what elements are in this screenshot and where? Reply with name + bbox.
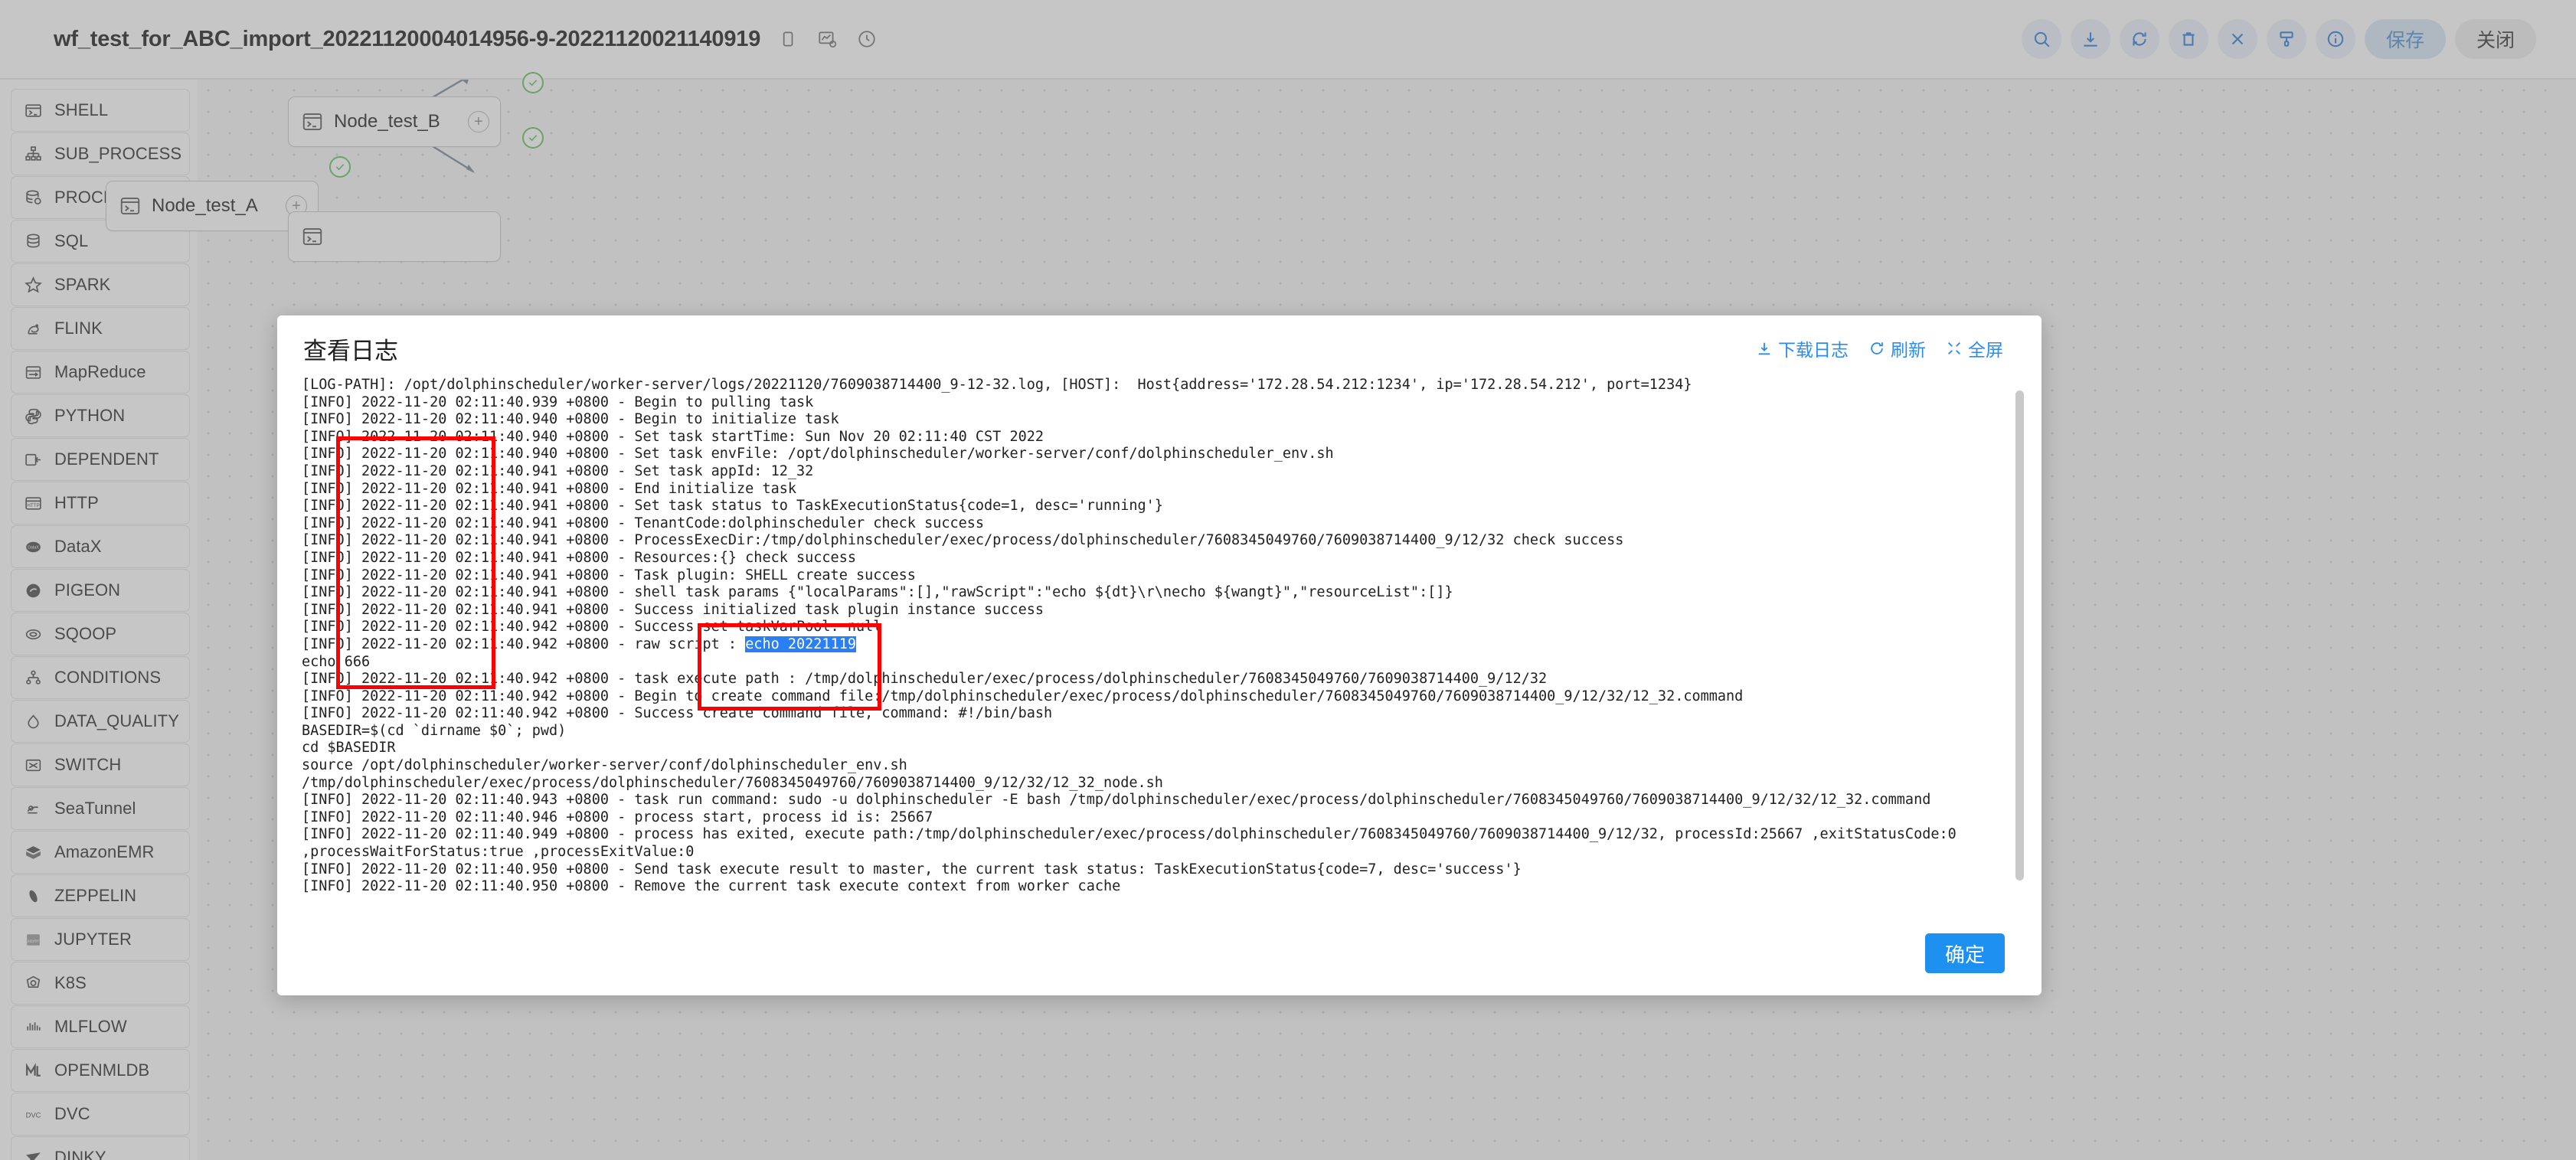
refresh-log-button[interactable]: 刷新 (1868, 335, 1926, 361)
download-log-button[interactable]: 下载日志 (1756, 335, 1849, 361)
log-segment-before: [LOG-PATH]: /opt/dolphinscheduler/worker… (302, 377, 1692, 652)
confirm-button[interactable]: 确定 (1924, 933, 2005, 973)
log-scroll-thumb[interactable] (2015, 390, 2024, 881)
dialog-header-actions: 下载日志 刷新 全屏 (1756, 335, 2003, 361)
dialog-footer: 确定 (277, 911, 2042, 995)
dialog-header: 查看日志 下载日志 刷新 全屏 (277, 315, 2042, 381)
download-icon (1758, 342, 1770, 355)
fullscreen-log-button[interactable]: 全屏 (1946, 335, 2003, 361)
view-log-dialog: 查看日志 下载日志 刷新 全屏 [LOG-PATH]: /opt/dolphin… (277, 315, 2042, 995)
dialog-title: 查看日志 (303, 337, 398, 364)
fullscreen-log-label: 全屏 (1968, 340, 2003, 360)
selected-log-text: echo 20221119 (745, 636, 856, 652)
refresh-icon (1871, 342, 1883, 355)
log-output-area[interactable]: [LOG-PATH]: /opt/dolphinscheduler/worker… (294, 377, 2025, 905)
log-text: [LOG-PATH]: /opt/dolphinscheduler/worker… (294, 377, 2025, 896)
download-log-label: 下载日志 (1778, 340, 1849, 360)
log-segment-after: echo 666 [INFO] 2022-11-20 02:11:40.942 … (302, 653, 1957, 895)
fullscreen-icon (1948, 342, 1960, 355)
log-scrollbar[interactable] (2015, 390, 2025, 903)
refresh-log-label: 刷新 (1891, 340, 1926, 360)
